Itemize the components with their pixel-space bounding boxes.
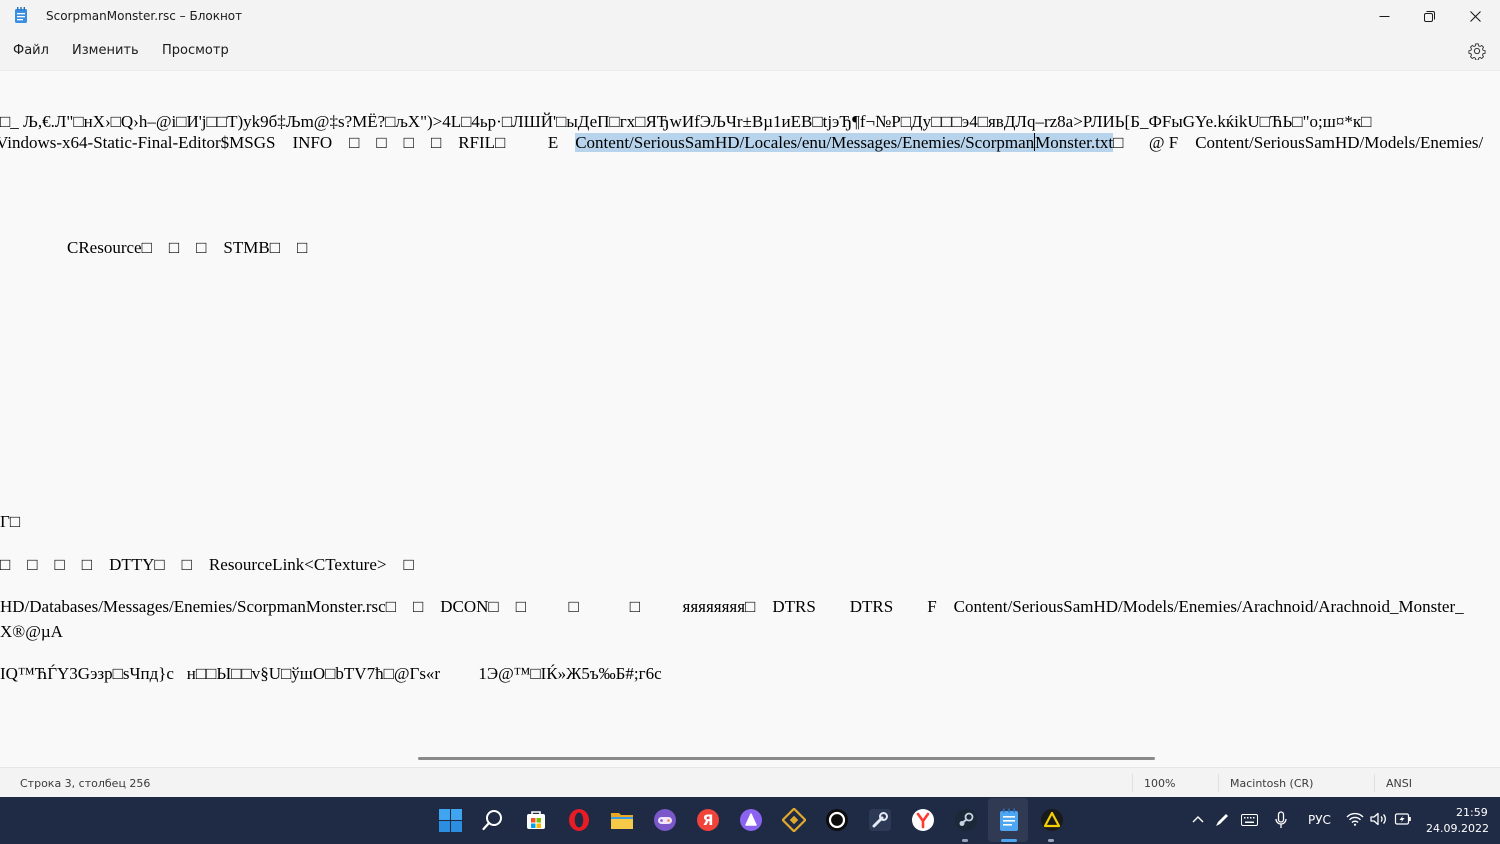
text-segment: Vindows-x64-Static-Final-Editor$MSGS INF…	[0, 133, 576, 152]
taskbar-notepad[interactable]	[996, 807, 1022, 833]
tools-icon	[869, 809, 891, 831]
warning-app-icon	[1041, 809, 1063, 831]
minimize-icon	[1379, 15, 1389, 17]
circle-app-icon	[826, 809, 848, 831]
input-language[interactable]: РУС	[1308, 813, 1331, 827]
search-icon	[482, 810, 502, 831]
taskbar-tools[interactable]	[867, 807, 893, 833]
taskbar-yandex-browser[interactable]	[910, 807, 936, 833]
status-divider	[1218, 774, 1219, 792]
line-ending: Macintosh (CR)	[1230, 777, 1314, 790]
svg-text:Я: Я	[703, 813, 714, 829]
yandex-icon: Я	[697, 809, 719, 831]
taskbar: Я РУС 21:59 24.09.2022	[0, 797, 1500, 844]
text-line-8: IQ™ЋЃY3Gэзр□sЧпд}с н□□Ы□□v§U□ўшО□bTV7ћ□@…	[0, 664, 662, 683]
start-button[interactable]	[437, 807, 463, 833]
selected-text-part-b: Monster.txt	[1035, 133, 1114, 152]
binance-icon	[782, 808, 806, 832]
taskbar-gamepad[interactable]	[652, 807, 678, 833]
gear-icon[interactable]	[1468, 42, 1486, 60]
menu-file[interactable]: Файл	[13, 43, 49, 58]
status-bar: Строка 3, столбец 256 100% Macintosh (CR…	[0, 767, 1500, 798]
selected-text-part-a: Content/SeriousSamHD/Locales/enu/Message…	[575, 133, 1035, 152]
menu-bar: Файл Изменить Просмотр	[0, 32, 1500, 71]
active-indicator	[1001, 839, 1017, 842]
maximize-button[interactable]	[1406, 0, 1452, 32]
text-line-5: □ □ □ □ DTTY□ □ ResourceLink<CTexture> □	[0, 555, 414, 574]
file-explorer-icon	[611, 813, 633, 829]
menu-view[interactable]: Просмотр	[162, 43, 229, 58]
taskbar-search-button[interactable]	[480, 807, 506, 833]
text-line-6: HD/Databases/Messages/Enemies/ScorpmanMo…	[0, 597, 1464, 616]
store-icon	[527, 811, 545, 829]
taskbar-binance[interactable]	[781, 807, 807, 833]
text-line-7: X®@µA	[0, 622, 63, 641]
wifi-icon[interactable]	[1346, 812, 1364, 826]
status-divider	[1374, 774, 1375, 792]
title-bar: ScorpmanMonster.rsc – Блокнот	[0, 0, 1500, 32]
steam-icon	[955, 809, 977, 831]
keyboard-icon[interactable]	[1241, 814, 1258, 826]
taskbar-warning-app[interactable]	[1039, 807, 1065, 833]
text-line-1: □_ Љ,€.Л"□нХ›□Q›h–@i□И'j□□Т)yk9б‡Љm@‡s?М…	[0, 112, 1372, 131]
taskbar-circle-app[interactable]	[824, 807, 850, 833]
horizontal-scrollbar[interactable]	[418, 757, 1155, 760]
cursor-position: Строка 3, столбец 256	[20, 777, 151, 790]
taskbar-steam[interactable]	[953, 807, 979, 833]
encoding: ANSI	[1386, 777, 1412, 790]
text-line-3: CResource□ □ □ STMB□ □	[67, 238, 308, 257]
taskbar-yandex[interactable]: Я	[695, 807, 721, 833]
taskbar-file-explorer[interactable]	[609, 807, 635, 833]
alice-icon	[740, 809, 762, 831]
notepad-icon	[1000, 808, 1018, 831]
taskbar-opera[interactable]	[566, 807, 592, 833]
window-title: ScorpmanMonster.rsc – Блокнот	[46, 9, 243, 23]
zoom-level: 100%	[1144, 777, 1176, 790]
gamepad-icon	[654, 809, 676, 831]
clock-time[interactable]: 21:59	[1456, 806, 1488, 819]
restore-icon	[1423, 10, 1435, 22]
taskbar-store[interactable]	[523, 807, 549, 833]
close-button[interactable]	[1452, 0, 1498, 32]
opera-icon	[569, 809, 589, 831]
selected-text: Content/SeriousSamHD/Locales/enu/Message…	[575, 133, 1114, 152]
text-line-4: Г□	[0, 512, 21, 531]
text-segment: □ @ F Content/SeriousSamHD/Models/Enemie…	[1113, 133, 1484, 152]
show-hidden-icons-icon[interactable]	[1192, 815, 1204, 823]
text-editor[interactable]: □_ Љ,€.Л"□нХ›□Q›h–@i□И'j□□Т)yk9б‡Љm@‡s?М…	[0, 71, 1500, 766]
notepad-app-icon	[15, 7, 27, 23]
yandex-browser-icon	[912, 809, 934, 831]
start-icon	[438, 808, 462, 832]
minimize-button[interactable]	[1361, 0, 1407, 32]
running-indicator	[962, 839, 968, 842]
status-divider	[1132, 774, 1133, 792]
menu-edit[interactable]: Изменить	[72, 43, 139, 58]
microphone-icon[interactable]	[1275, 811, 1287, 829]
pen-icon[interactable]	[1214, 812, 1230, 828]
volume-icon[interactable]	[1370, 812, 1388, 826]
text-line-2: Vindows-x64-Static-Final-Editor$MSGS INF…	[0, 133, 1483, 153]
battery-icon[interactable]	[1394, 812, 1412, 826]
clock-date[interactable]: 24.09.2022	[1426, 822, 1489, 835]
close-icon	[1469, 10, 1481, 22]
taskbar-alice[interactable]	[738, 807, 764, 833]
running-indicator	[1048, 839, 1054, 842]
